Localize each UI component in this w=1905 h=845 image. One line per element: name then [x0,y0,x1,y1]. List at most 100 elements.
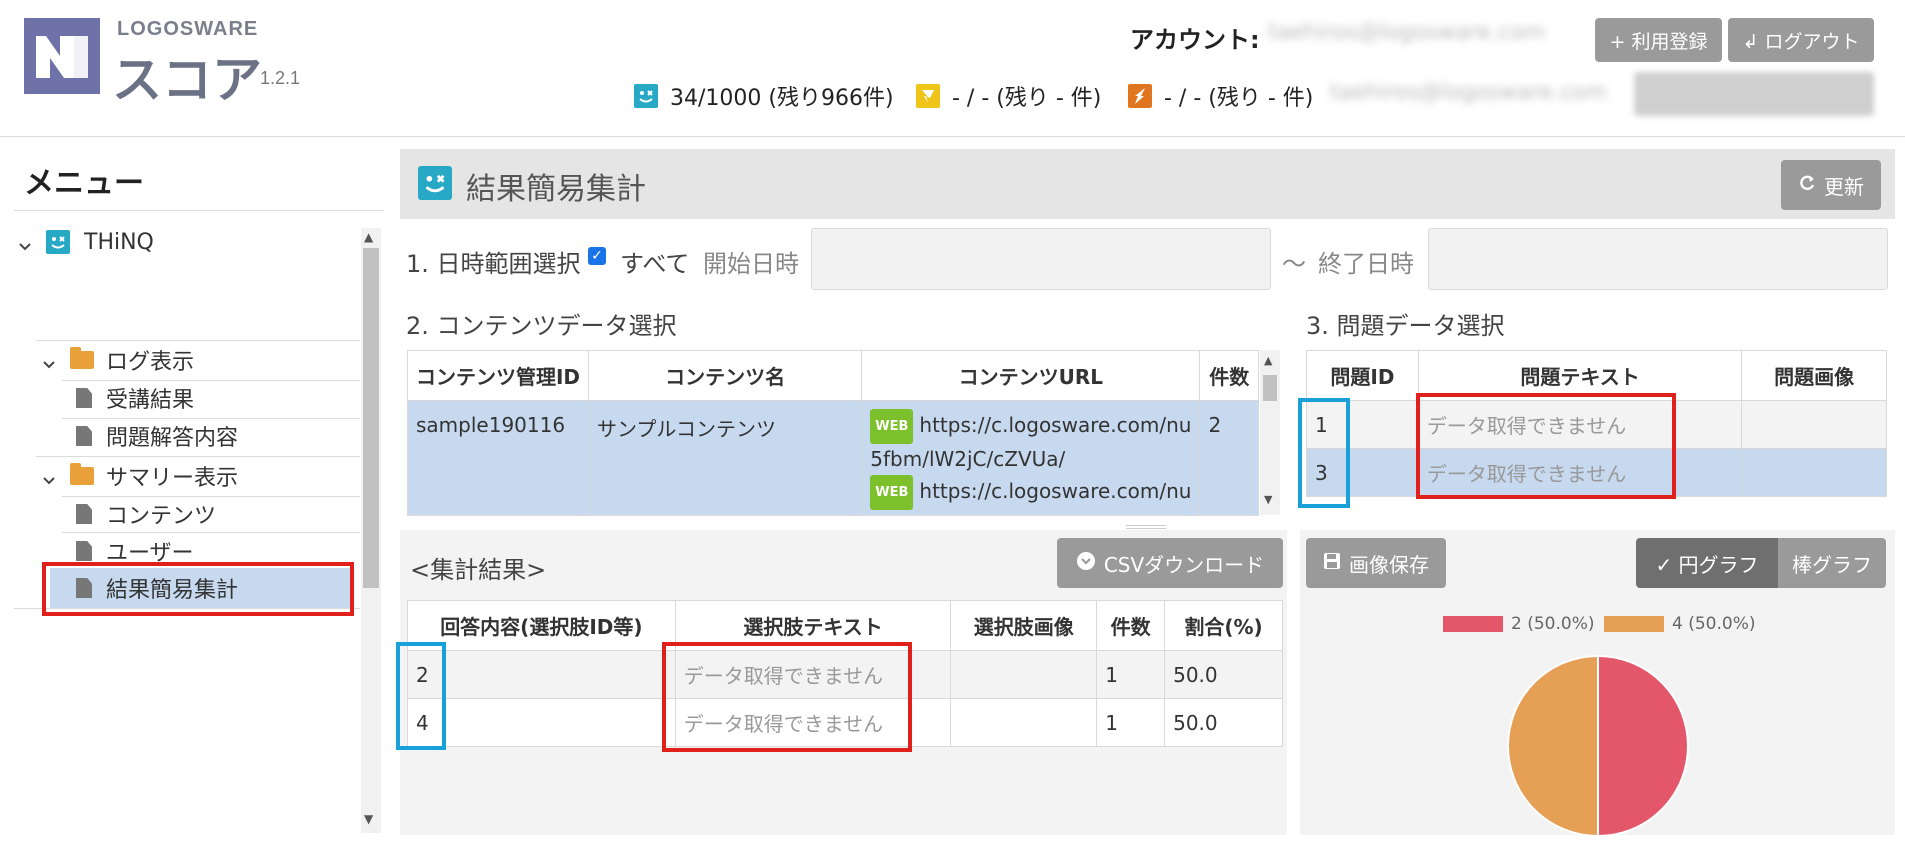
annotation-red-box [662,642,912,752]
column-header[interactable]: コンテンツ名 [587,350,863,401]
refresh-button[interactable]: 更新 [1781,160,1881,210]
web-badge: WEB [870,409,914,444]
column-header[interactable]: 割合(%) [1164,600,1283,651]
scroll-down-icon[interactable]: ▼ [364,812,373,826]
ratio-cell: 50.0 [1164,698,1283,747]
refresh-icon [1798,173,1816,197]
sidebar-scroll-thumb[interactable] [363,248,379,588]
scroll-down-icon[interactable]: ▼ [1264,493,1272,506]
folder-icon [70,463,94,485]
bar-chart-label: 棒グラフ [1792,552,1872,577]
bar-chart-toggle[interactable]: 棒グラフ [1778,538,1886,588]
column-header[interactable]: 件数 [1096,600,1166,651]
step3-label: 3. 問題データ選択 [1306,312,1505,340]
column-header[interactable]: 選択肢画像 [950,600,1098,651]
count-cell: 1 [1096,698,1166,747]
annotation-red-box [42,562,354,616]
tree-divider [36,340,360,341]
tree-divider [36,456,360,457]
content-id-cell: sample190116 [407,400,589,516]
tree-root-thinq[interactable]: THiNQ [18,224,154,260]
content-table-scroll-thumb[interactable] [1263,375,1277,401]
tree-item-attendance[interactable]: 受講結果 [76,380,194,416]
download-icon [1076,551,1096,576]
tree-group-log[interactable]: ログ表示 [42,342,194,378]
tree-item-contents[interactable]: コンテンツ [76,496,216,532]
chevron-down-icon[interactable] [42,353,56,369]
quota-orange: - / - (残り - 件) [1128,80,1313,112]
csv-download-button[interactable]: CSVダウンロード [1057,538,1283,588]
column-header[interactable]: 問題画像 [1741,350,1887,401]
table-header-row: コンテンツ管理ID コンテンツ名 コンテンツURL 件数 [407,350,1259,401]
column-header[interactable]: コンテンツ管理ID [407,350,589,401]
column-header[interactable]: 問題ID [1306,350,1419,401]
pie-chart-label: ✓ 円グラフ [1655,552,1759,577]
start-datetime-input[interactable] [811,228,1271,290]
annotation-blue-box [396,642,446,750]
pie-slice-2[interactable] [1597,654,1689,838]
yellow-shield-icon [916,84,940,108]
tree-item-answers[interactable]: 問題解答内容 [76,418,238,454]
content-count-cell: 2 [1199,400,1259,516]
legend-item[interactable]: 4 (50.0%) [1604,614,1756,634]
folder-icon [70,347,94,369]
column-header[interactable]: コンテンツURL [861,350,1201,401]
account-label: アカウント: [1130,26,1260,54]
all-checkbox[interactable]: ✓ [588,247,606,265]
legend-item[interactable]: 2 (50.0%) [1443,614,1595,634]
save-icon [1323,551,1341,575]
chevron-down-icon[interactable] [42,469,56,485]
register-button[interactable]: + 利用登録 [1595,18,1722,62]
url-text[interactable]: https://c.logosware.com/nu [919,479,1191,503]
document-icon [76,426,92,446]
pie-chart-toggle[interactable]: ✓ 円グラフ [1636,538,1778,588]
save-image-button[interactable]: 画像保存 [1306,538,1446,588]
end-label: 終了日時 [1318,250,1414,278]
content-name-cell: サンプルコンテンツ [587,400,863,516]
chevron-down-icon[interactable] [18,235,32,251]
quota-action-button[interactable] [1634,72,1874,116]
app-version: 1.2.1 [260,68,301,88]
logosware-logo-icon [24,18,100,94]
answer-cell: 2 [407,650,676,699]
quota-email: taehiros@logosware.com [1330,80,1608,105]
tree-group-label: サマリー表示 [106,466,239,491]
tree-item-label: 受講結果 [106,388,195,413]
brand-name: LOGOSWARE [117,18,259,40]
thinq-icon [634,84,658,108]
refresh-label: 更新 [1824,174,1864,199]
scroll-up-icon[interactable]: ▲ [364,230,373,244]
csv-download-label: CSVダウンロード [1103,552,1265,577]
menu-title: メニュー [24,166,144,201]
document-icon [76,388,92,408]
content-table: コンテンツ管理ID コンテンツ名 コンテンツURL 件数 sample19011… [407,350,1259,516]
tree-item-label: コンテンツ [106,504,217,529]
url-text[interactable]: 5fbm/lW2jC/cZVUa/ [870,444,1191,475]
step1-label: 1. 日時範囲選択 [406,250,581,278]
quota-orange-text: - / - (残り - 件) [1164,86,1314,111]
url-text[interactable]: https://c.logosware.com/nu [919,413,1191,437]
product-name: スコア [112,51,262,109]
save-image-label: 画像保存 [1349,552,1429,577]
pie-chart [1507,654,1689,838]
annotation-blue-box [1298,398,1350,508]
tree-group-summary[interactable]: サマリー表示 [42,458,238,494]
column-header[interactable]: 件数 [1199,350,1259,401]
tree-group-label: ログ表示 [106,350,195,375]
pie-slice-4[interactable] [1507,654,1599,838]
pane-splitter[interactable] [1126,525,1166,529]
choice-image-cell [950,650,1098,699]
step2-label: 2. コンテンツデータ選択 [406,312,677,340]
document-icon [76,541,92,561]
document-icon [76,504,92,524]
content-url-cell: WEB https://c.logosware.com/nu 5fbm/lW2jC… [861,400,1201,516]
column-header[interactable]: 回答内容(選択肢ID等) [407,600,676,651]
logout-button[interactable]: ↲ ログアウト [1728,18,1874,62]
quota-thinq: 34/1000 (残り966件) [634,80,894,112]
all-label: すべて [620,250,690,278]
choice-image-cell [950,698,1098,747]
scroll-up-icon[interactable]: ▲ [1264,354,1272,367]
range-tilde: ～ [1282,250,1306,278]
end-datetime-input[interactable] [1428,228,1888,290]
table-row[interactable]: sample190116 サンプルコンテンツ WEB https://c.logo… [407,400,1259,516]
